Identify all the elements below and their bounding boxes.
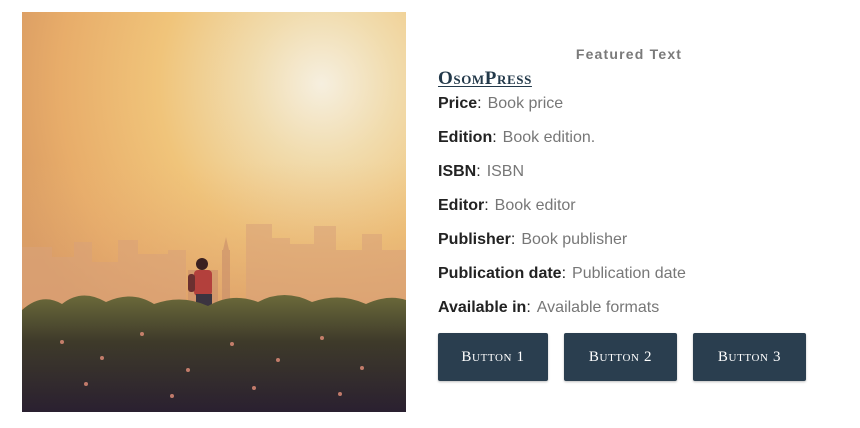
button-1[interactable]: Button 1 <box>438 333 548 381</box>
detail-isbn: ISBN ISBN <box>438 160 838 194</box>
detail-value: Publication date <box>572 265 686 282</box>
detail-price: Price Book price <box>438 92 838 126</box>
detail-editor: Editor Book editor <box>438 194 838 228</box>
detail-value: Available formats <box>536 299 660 316</box>
detail-label: Publisher <box>438 231 515 248</box>
detail-label: ISBN <box>438 163 481 180</box>
book-info-panel: Featured Text OsomPress Price Book price … <box>438 44 838 330</box>
book-details-list: Price Book price Edition Book edition. ISB… <box>438 92 838 330</box>
button-2[interactable]: Button 2 <box>564 333 677 381</box>
book-title-link[interactable]: OsomPress <box>438 68 532 90</box>
detail-available-in: Available in Available formats <box>438 296 838 330</box>
cover-photo-icon <box>22 12 406 412</box>
detail-label: Available in <box>438 299 531 316</box>
featured-label: Featured Text <box>575 46 683 62</box>
detail-value: Book publisher <box>521 231 628 248</box>
button-3[interactable]: Button 3 <box>693 333 806 381</box>
detail-value: ISBN <box>486 163 525 180</box>
detail-publication-date: Publication date Publication date <box>438 262 838 296</box>
detail-value: Book price <box>487 95 564 112</box>
detail-value: Book editor <box>494 197 576 214</box>
detail-publisher: Publisher Book publisher <box>438 228 838 262</box>
detail-label: Price <box>438 95 482 112</box>
detail-value: Book edition. <box>502 129 596 146</box>
detail-edition: Edition Book edition. <box>438 126 838 160</box>
detail-label: Editor <box>438 197 489 214</box>
detail-label: Edition <box>438 129 497 146</box>
detail-label: Publication date <box>438 265 566 282</box>
book-cover-image <box>22 12 406 412</box>
